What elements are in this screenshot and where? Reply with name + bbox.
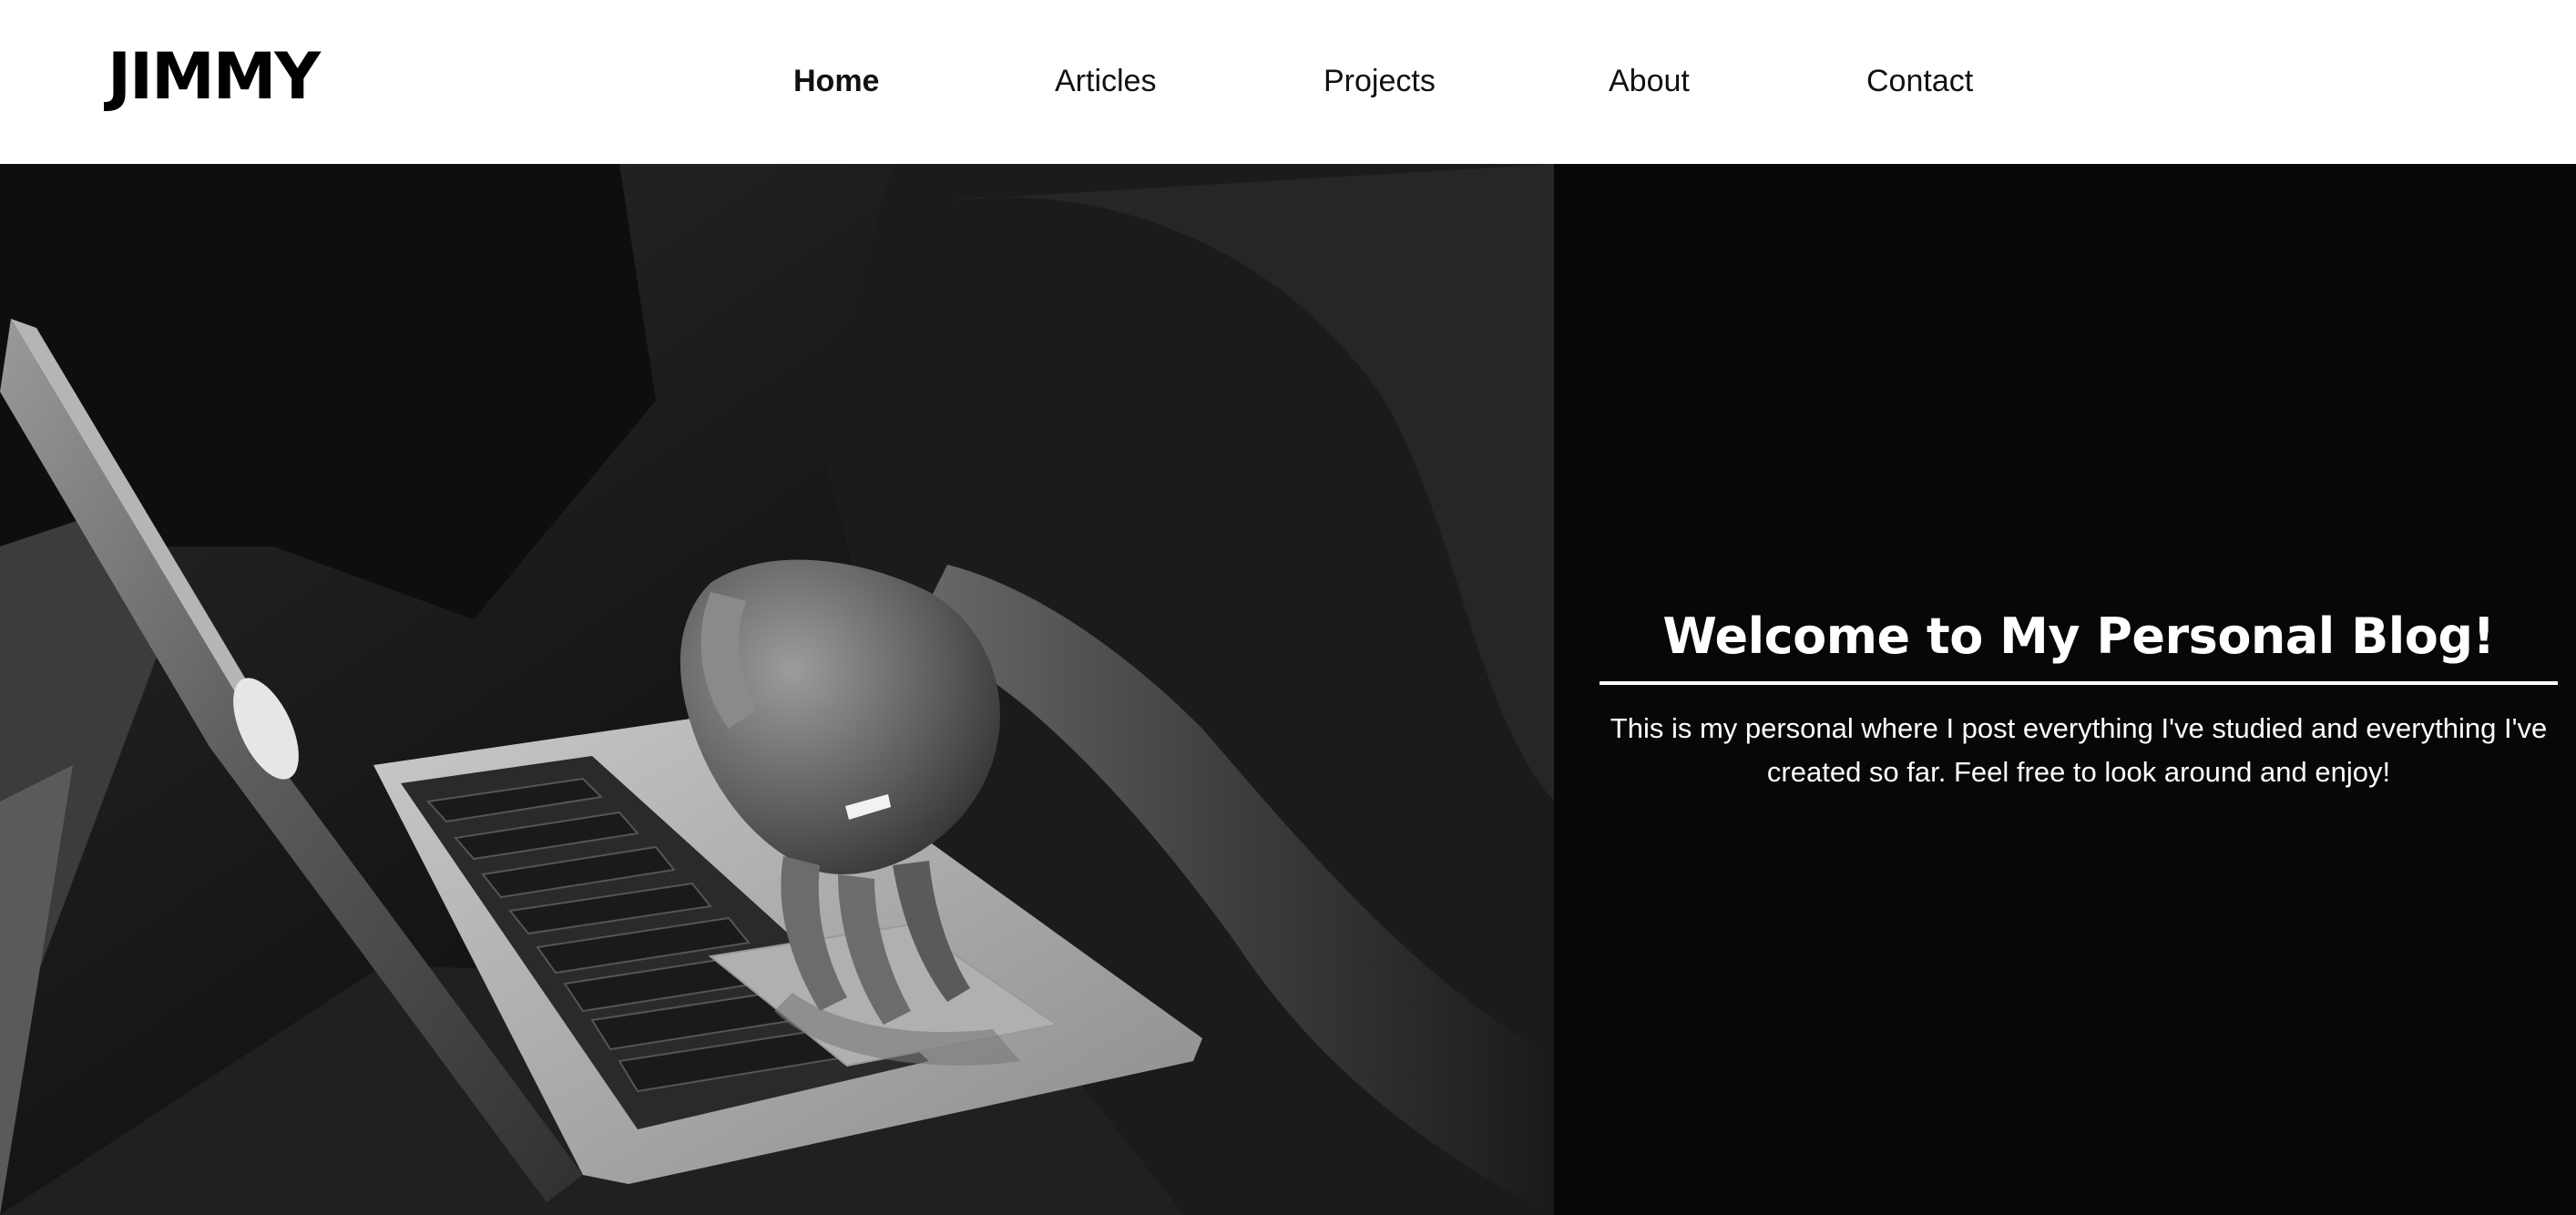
site-header: JIMMY Home Articles Projects About Conta… [0, 0, 2576, 164]
hero-divider [1600, 681, 2558, 685]
nav-link-home[interactable]: Home [793, 56, 879, 106]
nav-link-about[interactable]: About [1609, 56, 1690, 106]
hero-laptop-image [0, 164, 1554, 1215]
laptop-photo-illustration [0, 164, 1554, 1215]
hero-section: Welcome to My Personal Blog! This is my … [0, 164, 2576, 1215]
hero-description: This is my personal where I post everyth… [1610, 712, 2548, 788]
nav-link-articles[interactable]: Articles [1055, 56, 1156, 106]
hero-text-block: Welcome to My Personal Blog! This is my … [1600, 599, 2558, 794]
nav-link-contact[interactable]: Contact [1866, 56, 1973, 106]
main-nav: Home Articles Projects About Contact [0, 0, 2576, 164]
hero-title: Welcome to My Personal Blog! [1662, 608, 2495, 665]
nav-link-projects[interactable]: Projects [1324, 56, 1436, 106]
